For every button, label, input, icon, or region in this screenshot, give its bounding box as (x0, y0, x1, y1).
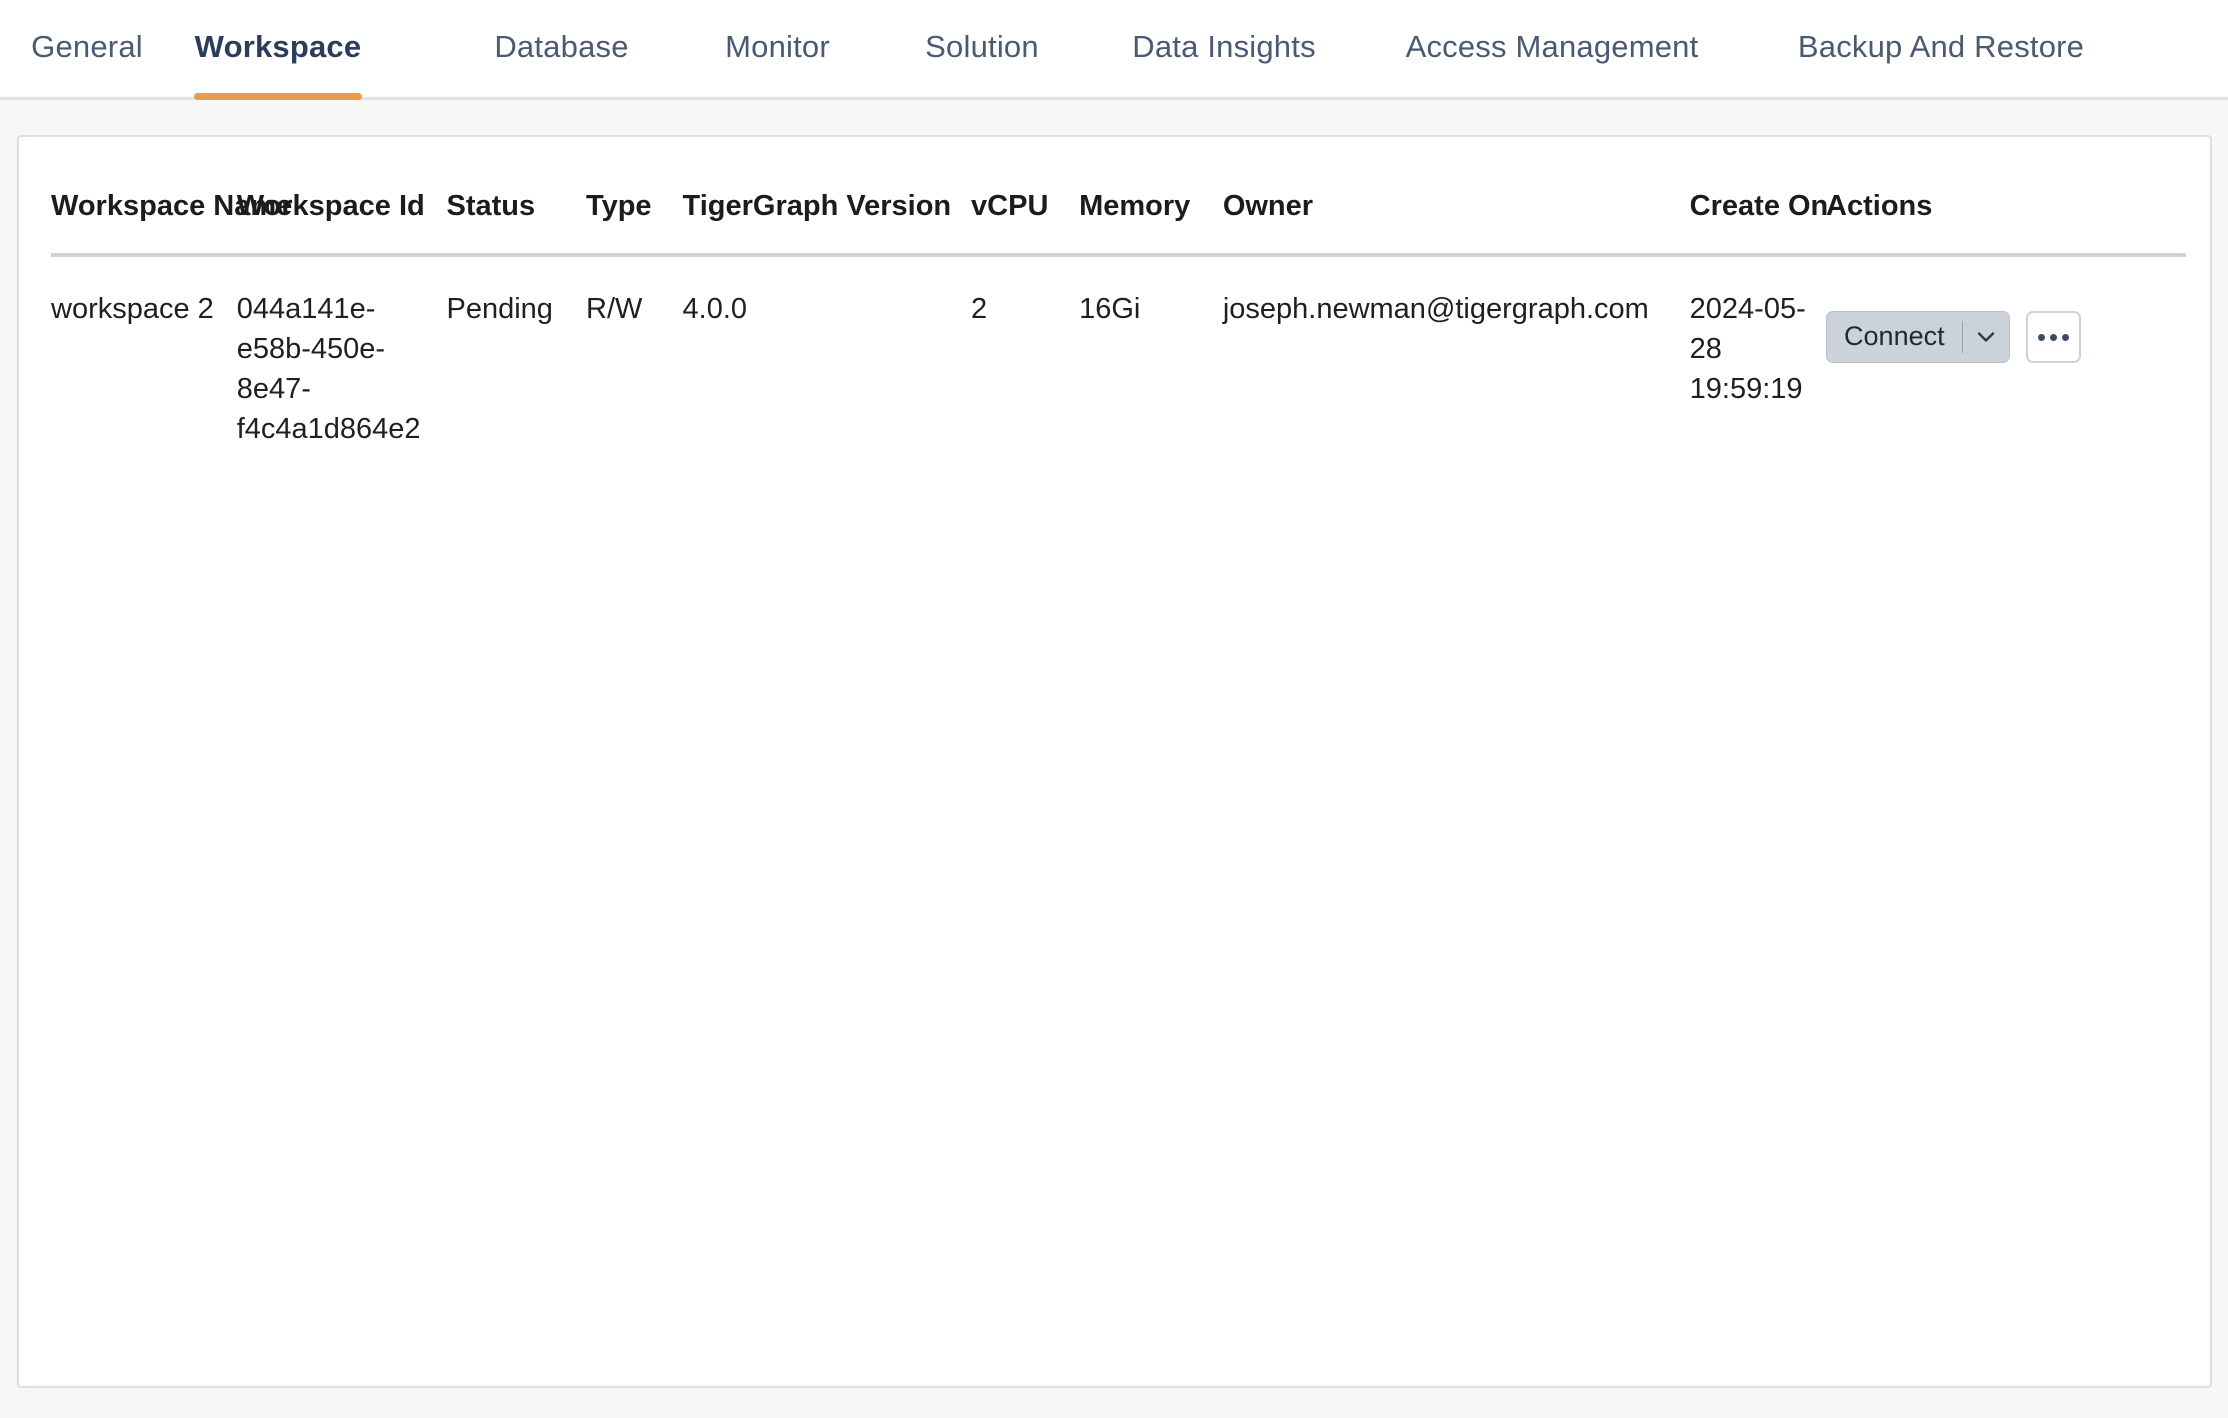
tab-label: Backup And Restore (1798, 29, 2084, 65)
cell-tigergraph-version: 4.0.0 (683, 255, 972, 469)
column-header-create-on[interactable]: Create On (1690, 137, 1826, 255)
table-header: Workspace Name Workspace Id Status Type … (51, 137, 2186, 255)
tab-workspace[interactable]: Workspace (194, 0, 362, 100)
tab-general[interactable]: General (27, 0, 147, 100)
tab-database[interactable]: Database (489, 0, 634, 100)
column-header-owner[interactable]: Owner (1223, 137, 1690, 255)
workspace-table: Workspace Name Workspace Id Status Type … (51, 137, 2186, 469)
cell-workspace-id: 044a141e-e58b-450e-8e47-f4c4a1d864e2 (237, 255, 447, 469)
column-header-type[interactable]: Type (586, 137, 683, 255)
cell-create-on: 2024-05-28 19:59:19 (1690, 255, 1826, 469)
cell-type: R/W (586, 255, 683, 469)
cell-memory: 16Gi (1079, 255, 1223, 469)
cell-vcpu: 2 (971, 255, 1079, 469)
column-header-workspace-id[interactable]: Workspace Id (237, 137, 447, 255)
tab-label: Database (494, 29, 628, 65)
cell-owner: joseph.newman@tigergraph.com (1223, 255, 1690, 469)
ellipsis-icon (2038, 334, 2069, 341)
tab-label: Monitor (725, 29, 830, 65)
tab-label: Access Management (1406, 29, 1699, 65)
tab-monitor[interactable]: Monitor (720, 0, 835, 100)
table-header-row: Workspace Name Workspace Id Status Type … (51, 137, 2186, 255)
tab-backup-and-restore[interactable]: Backup And Restore (1797, 0, 2085, 100)
table-body: workspace 2 044a141e-e58b-450e-8e47-f4c4… (51, 255, 2186, 469)
tab-data-insights[interactable]: Data Insights (1128, 0, 1320, 100)
cell-actions: Connect (1826, 255, 2186, 469)
more-actions-button[interactable] (2026, 311, 2081, 363)
workspace-card: Workspace Name Workspace Id Status Type … (17, 135, 2212, 1388)
tab-label: Workspace (195, 29, 362, 65)
table-row[interactable]: workspace 2 044a141e-e58b-450e-8e47-f4c4… (51, 255, 2186, 469)
tab-access-management[interactable]: Access Management (1406, 0, 1698, 100)
main-tab-bar: General Workspace Database Monitor Solution D… (0, 0, 2228, 100)
tab-label: General (31, 29, 143, 65)
column-header-actions: Actions (1826, 137, 2186, 255)
connect-button[interactable]: Connect (1827, 312, 1962, 362)
tab-label: Data Insights (1132, 29, 1316, 65)
tab-solution[interactable]: Solution (921, 0, 1043, 100)
cell-workspace-name: workspace 2 (51, 255, 237, 469)
column-header-memory[interactable]: Memory (1079, 137, 1223, 255)
tab-label: Solution (925, 29, 1039, 65)
column-header-vcpu[interactable]: vCPU (971, 137, 1079, 255)
connect-split-button[interactable]: Connect (1826, 311, 2010, 363)
chevron-down-icon[interactable] (1963, 312, 2009, 362)
column-header-tigergraph-version[interactable]: TigerGraph Version (683, 137, 972, 255)
row-actions: Connect (1826, 289, 2186, 363)
cell-status: Pending (447, 255, 587, 469)
column-header-status[interactable]: Status (447, 137, 587, 255)
column-header-workspace-name[interactable]: Workspace Name (51, 137, 237, 255)
